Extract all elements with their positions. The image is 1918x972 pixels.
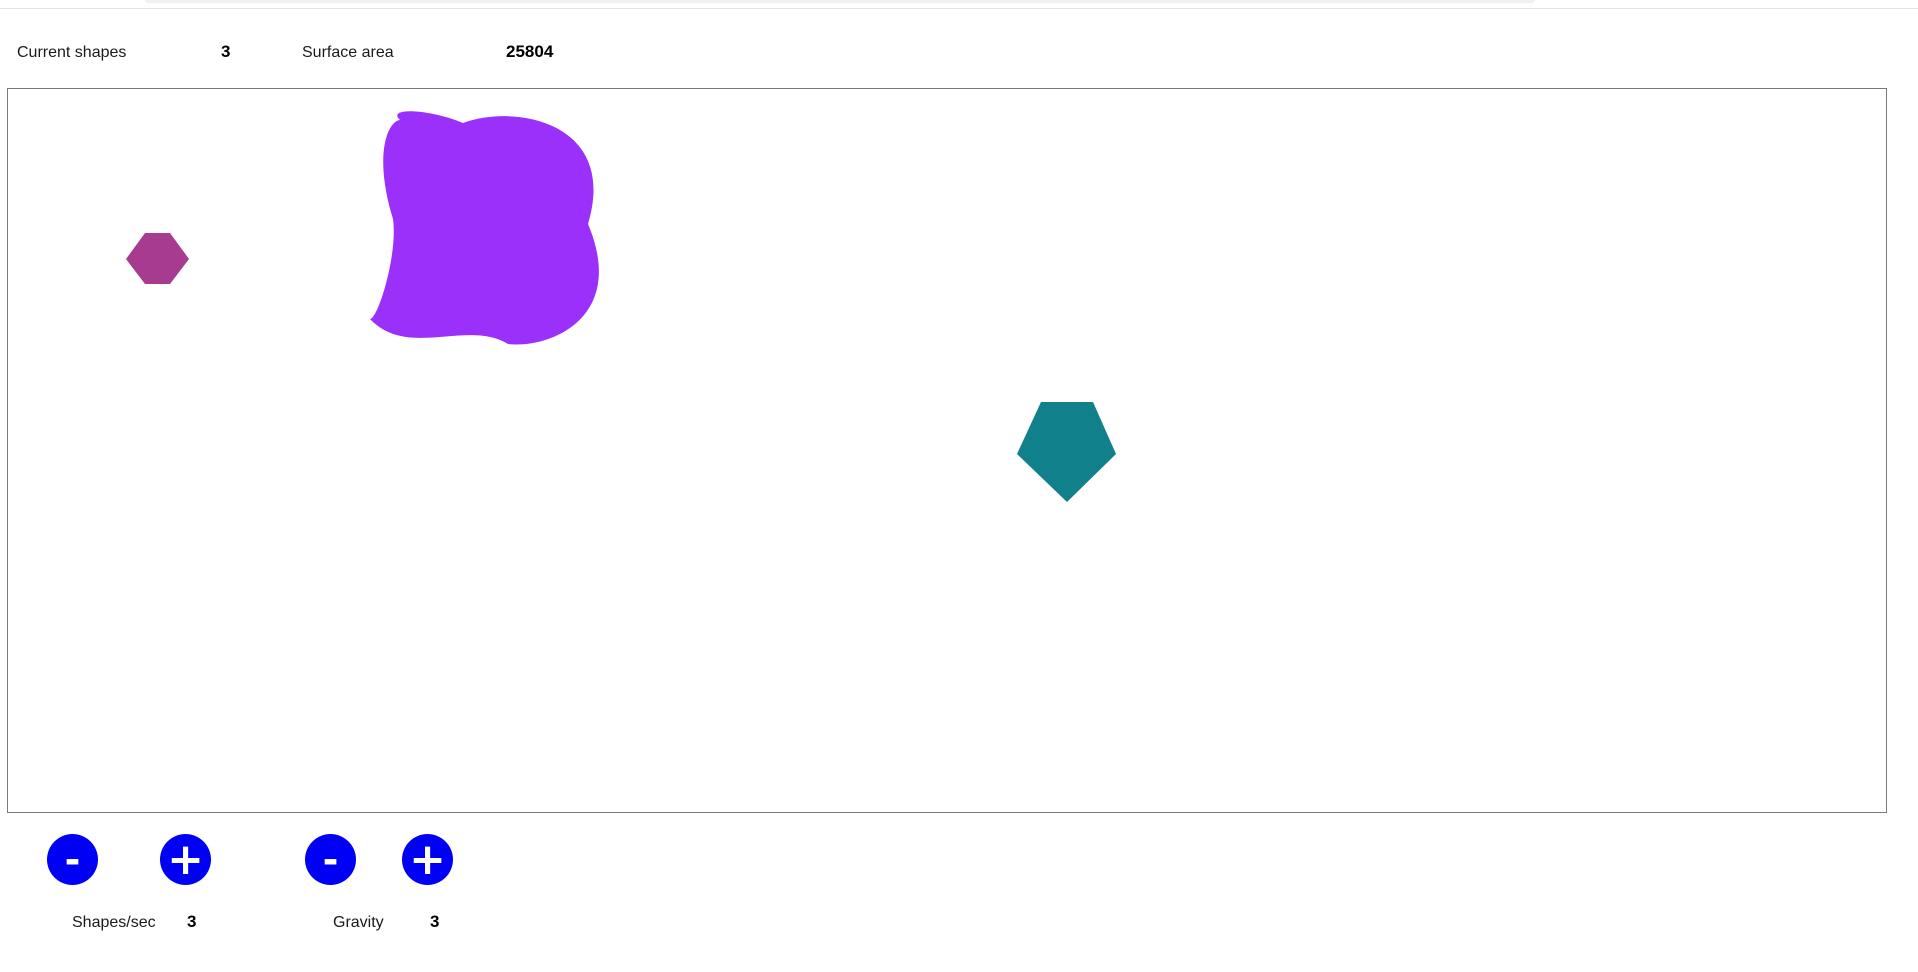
gravity-increase-button[interactable]: + <box>402 834 453 885</box>
gravity-value: 3 <box>430 912 440 931</box>
current-shapes-label: Current shapes <box>17 44 127 61</box>
shapes-per-sec-value: 3 <box>187 912 197 931</box>
shapes-per-sec-increase-button[interactable]: + <box>160 834 211 885</box>
shapes-per-sec-decrease-button[interactable]: - <box>47 834 98 885</box>
surface-area-label: Surface area <box>302 44 394 61</box>
blob-shape[interactable] <box>370 111 599 345</box>
shapes-per-sec-label: Shapes/sec <box>72 914 156 931</box>
plus-icon: + <box>167 833 204 885</box>
minus-icon: - <box>64 837 81 882</box>
canvas-drawing <box>126 111 1116 502</box>
plus-icon: + <box>409 833 446 885</box>
hexagon-shape[interactable] <box>126 233 189 284</box>
browser-top-strip <box>0 0 1918 9</box>
gravity-label: Gravity <box>333 914 384 931</box>
gravity-decrease-button[interactable]: - <box>305 834 356 885</box>
current-shapes-value: 3 <box>221 42 231 61</box>
stats-bar: Current shapes 3 Surface area 25804 <box>0 40 700 64</box>
surface-area-value: 25804 <box>506 42 554 61</box>
pentagon-shape[interactable] <box>1017 402 1116 502</box>
shapes-canvas[interactable] <box>7 88 1887 813</box>
minus-icon: - <box>322 837 339 882</box>
horizontal-scrollbar[interactable] <box>145 0 1535 3</box>
